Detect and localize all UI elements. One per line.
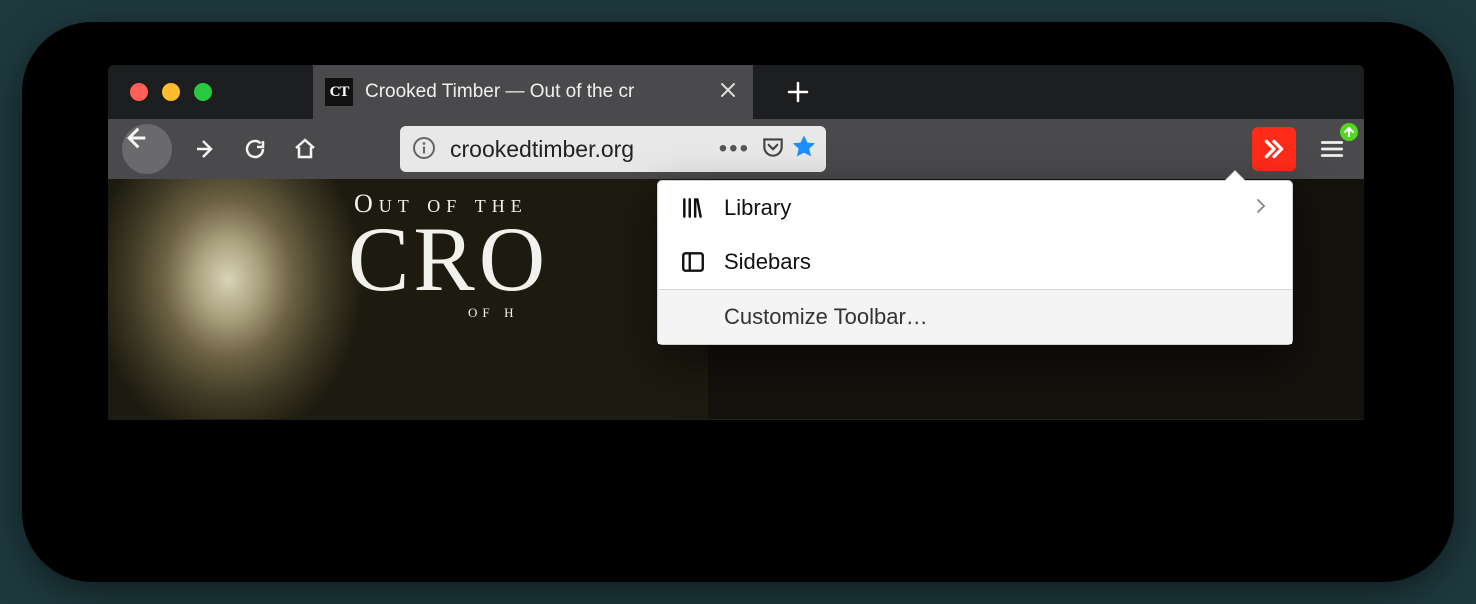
site-info-icon[interactable] (412, 136, 438, 162)
new-tab-button[interactable] (783, 77, 813, 107)
close-tab-button[interactable] (715, 76, 741, 108)
chevrons-right-icon (1261, 136, 1287, 162)
menu-item-customize-label: Customize Toolbar… (724, 304, 1270, 330)
banner-artwork (108, 179, 708, 419)
zoom-window-button[interactable] (194, 83, 212, 101)
overflow-menu-button[interactable] (1252, 127, 1296, 171)
back-button[interactable] (122, 124, 172, 174)
page-actions-button[interactable]: ••• (715, 135, 754, 163)
tab-title: Crooked Timber — Out of the cr (365, 81, 715, 103)
home-button[interactable] (282, 126, 328, 172)
url-bar[interactable]: crookedtimber.org ••• (400, 126, 826, 172)
hamburger-icon (1319, 136, 1345, 162)
nav-toolbar: crookedtimber.org ••• (108, 119, 1364, 179)
minimize-window-button[interactable] (162, 83, 180, 101)
window-controls (130, 83, 212, 101)
forward-button[interactable] (182, 126, 228, 172)
reload-button[interactable] (232, 126, 278, 172)
library-icon (680, 195, 706, 221)
close-window-button[interactable] (130, 83, 148, 101)
url-text: crookedtimber.org (438, 136, 715, 163)
app-menu-button[interactable] (1310, 127, 1354, 171)
tab-bar: CT Crooked Timber — Out of the cr (108, 65, 1364, 119)
pocket-icon[interactable] (754, 134, 784, 165)
active-tab[interactable]: CT Crooked Timber — Out of the cr (313, 65, 753, 119)
favicon: CT (325, 78, 353, 106)
menu-item-library-label: Library (724, 195, 1252, 221)
update-badge-icon (1340, 123, 1358, 141)
menu-item-sidebars[interactable]: Sidebars (658, 235, 1292, 289)
menu-item-sidebars-label: Sidebars (724, 249, 1270, 275)
chevron-right-icon (1252, 195, 1270, 221)
sidebar-icon (680, 249, 706, 275)
menu-item-library[interactable]: Library (658, 181, 1292, 235)
menu-item-customize-toolbar[interactable]: Customize Toolbar… (658, 290, 1292, 344)
overflow-menu-popup: Library Sidebars Customize Toolbar… (657, 180, 1293, 345)
bookmark-star-icon[interactable] (784, 133, 814, 166)
